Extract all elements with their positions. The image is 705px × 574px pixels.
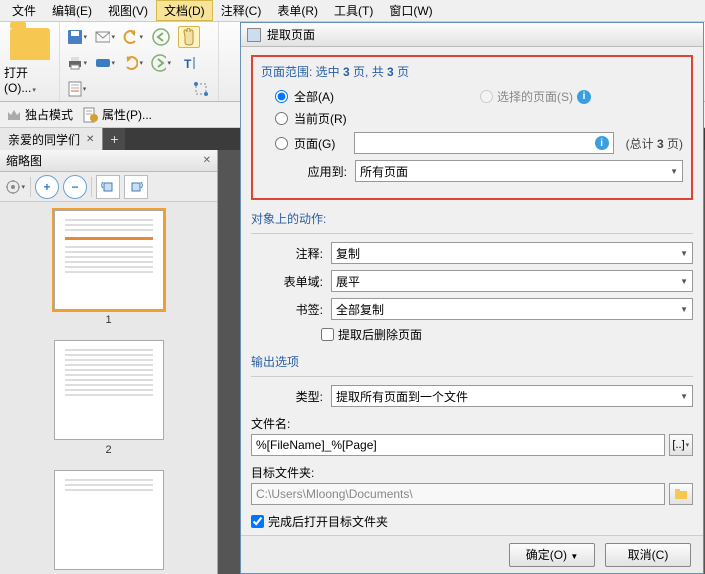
folder-icon[interactable] (10, 28, 50, 60)
annot-label: 注释: (251, 245, 331, 262)
doc-icon[interactable]: ▾ (66, 78, 88, 100)
radio-pages-label: 页面(G) (294, 135, 348, 152)
menu-form[interactable]: 表单(R) (269, 0, 326, 21)
browse-folder-button[interactable] (669, 483, 693, 505)
redo-icon[interactable]: ▾ (122, 52, 144, 74)
thumbnails-panel: 缩略图 ✕ ▾ + − 1 2 3 (0, 150, 218, 574)
page-thumbnail[interactable] (54, 470, 164, 570)
exclusive-mode-button[interactable]: 独占模式 (6, 106, 73, 123)
folder-icon (674, 488, 688, 500)
open-after-label: 完成后打开目标文件夹 (268, 513, 388, 530)
toolbar-buttons: ▾ ▾ ▾ ▾ ▾ ▾ ▾ T ▾ (60, 22, 219, 101)
panel-title: 缩略图 (6, 152, 42, 169)
dialog-icon (247, 28, 261, 42)
tab-label: 亲爱的同学们 (8, 131, 80, 148)
radio-pages[interactable] (275, 137, 288, 150)
crop-icon[interactable] (190, 78, 212, 100)
text-select-icon[interactable]: T (178, 52, 200, 74)
open-after-checkbox[interactable] (251, 515, 264, 528)
dialog-footer: 确定(O) ▼ 取消(C) (241, 535, 703, 573)
page-thumbnail[interactable] (54, 340, 164, 440)
dialog-body: 页面范围: 选中 3 页, 共 3 页 全部(A) 选择的页面(S) i 当前页… (241, 47, 703, 535)
menubar: 文件 编辑(E) 视图(V) 文档(D) 注释(C) 表单(R) 工具(T) 窗… (0, 0, 705, 22)
form-combo[interactable]: 展平▼ (331, 270, 693, 292)
menu-view[interactable]: 视图(V) (100, 0, 156, 21)
form-label: 表单域: (251, 273, 331, 290)
scan-icon[interactable]: ▾ (94, 52, 116, 74)
apply-to-combo[interactable]: 所有页面▼ (355, 160, 683, 182)
svg-text:T: T (184, 57, 192, 71)
type-label: 类型: (251, 388, 331, 405)
new-tab-button[interactable]: + (103, 128, 125, 150)
page-range-group: 页面范围: 选中 3 页, 共 3 页 全部(A) 选择的页面(S) i 当前页… (251, 55, 693, 200)
ok-button[interactable]: 确定(O) ▼ (509, 543, 595, 567)
menu-edit[interactable]: 编辑(E) (44, 0, 100, 21)
menu-tools[interactable]: 工具(T) (326, 0, 381, 21)
document-tab[interactable]: 亲爱的同学们 ✕ (0, 128, 103, 150)
zoom-out-icon[interactable]: − (63, 175, 87, 199)
folder-input[interactable] (251, 483, 665, 505)
actions-title: 对象上的动作: (251, 210, 693, 227)
bookmark-combo[interactable]: 全部复制▼ (331, 298, 693, 320)
dialog-titlebar[interactable]: 提取页面 (241, 23, 703, 47)
radio-current-label: 当前页(R) (294, 110, 347, 127)
pages-input[interactable]: i (354, 132, 614, 154)
menu-annotate[interactable]: 注释(C) (213, 0, 270, 21)
annot-combo[interactable]: 复制▼ (331, 242, 693, 264)
page-number: 2 (51, 444, 167, 456)
filename-macro-button[interactable]: [..]▾ (669, 434, 693, 456)
radio-all-label: 全部(A) (294, 88, 334, 105)
output-title: 输出选项 (251, 353, 693, 370)
options-icon[interactable]: ▾ (4, 176, 26, 198)
properties-icon (83, 107, 99, 123)
crown-icon (6, 108, 22, 122)
panel-close-icon[interactable]: ✕ (203, 155, 211, 166)
dialog-title: 提取页面 (267, 26, 315, 43)
thumbnails-toolbar: ▾ + − (0, 172, 217, 202)
open-button-label[interactable]: 打开(O)...▾ (4, 64, 55, 95)
panel-title-bar: 缩略图 ✕ (0, 150, 217, 172)
rotate-right-icon[interactable] (124, 175, 148, 199)
close-icon[interactable]: ✕ (86, 134, 94, 145)
undo-icon[interactable]: ▾ (122, 26, 144, 48)
pages-count: (总计 3 页) (626, 135, 683, 152)
delete-after-label: 提取后删除页面 (338, 326, 422, 343)
extract-pages-dialog: 提取页面 页面范围: 选中 3 页, 共 3 页 全部(A) 选择的页面(S) … (240, 22, 704, 574)
folder-label: 目标文件夹: (251, 464, 693, 481)
radio-all[interactable] (275, 90, 288, 103)
mail-icon[interactable]: ▾ (94, 26, 116, 48)
rotate-left-icon[interactable] (96, 175, 120, 199)
bookmark-label: 书签: (251, 301, 331, 318)
back-icon[interactable] (150, 26, 172, 48)
info-icon[interactable]: i (595, 136, 609, 150)
forward-icon[interactable]: ▾ (150, 52, 172, 74)
delete-after-checkbox[interactable] (321, 328, 334, 341)
page-thumbnail[interactable] (54, 210, 164, 310)
open-group: 打开(O)...▾ (0, 22, 60, 101)
apply-to-label: 应用到: (275, 163, 355, 180)
hand-tool-icon[interactable] (178, 26, 200, 48)
type-combo[interactable]: 提取所有页面到一个文件▼ (331, 385, 693, 407)
radio-current[interactable] (275, 112, 288, 125)
filename-input[interactable] (251, 434, 665, 456)
save-icon[interactable]: ▾ (66, 26, 88, 48)
filename-label: 文件名: (251, 415, 693, 432)
page-number: 1 (51, 314, 167, 326)
menu-file[interactable]: 文件 (4, 0, 44, 21)
info-icon[interactable]: i (577, 90, 591, 104)
page-range-title: 页面范围: 选中 3 页, 共 3 页 (261, 63, 683, 80)
cancel-button[interactable]: 取消(C) (605, 543, 691, 567)
properties-button[interactable]: 属性(P)... (83, 106, 152, 123)
radio-selected-label: 选择的页面(S) (497, 88, 573, 105)
zoom-in-icon[interactable]: + (35, 175, 59, 199)
menu-window[interactable]: 窗口(W) (381, 0, 440, 21)
radio-selected[interactable] (480, 90, 493, 103)
print-icon[interactable]: ▾ (66, 52, 88, 74)
thumbnail-list[interactable]: 1 2 3 (0, 202, 217, 574)
menu-document[interactable]: 文档(D) (156, 0, 213, 21)
